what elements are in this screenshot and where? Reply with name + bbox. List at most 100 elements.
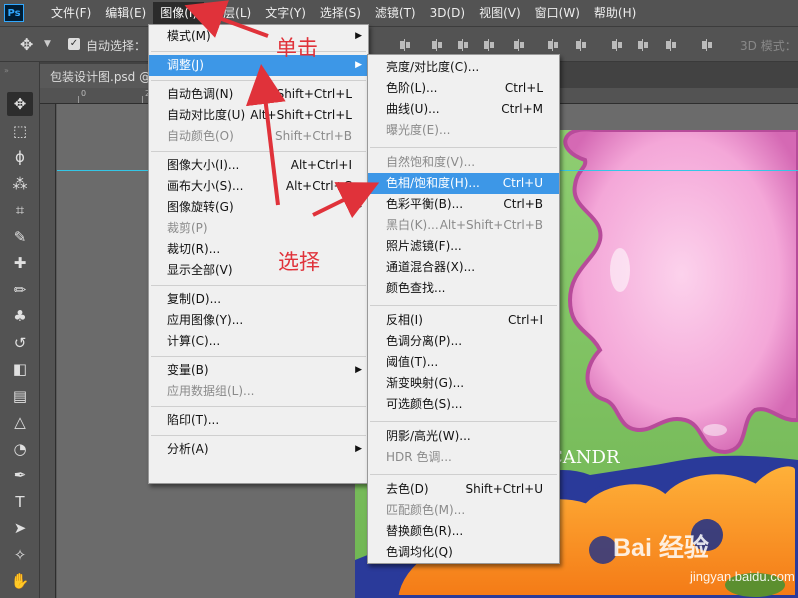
adjust-menu-item-6[interactable]: 色相/饱和度(H)... Ctrl+U xyxy=(368,173,559,194)
adjust-menu-item-13[interactable]: 反相(I) Ctrl+I xyxy=(368,310,559,331)
menu-2[interactable]: 图像(I) xyxy=(153,2,205,24)
menu-separator xyxy=(370,473,557,475)
image-menu-item-label: 图像旋转(G) xyxy=(167,200,234,214)
path-selection-icon[interactable]: ➤ xyxy=(7,516,33,540)
image-menu-item-17[interactable]: 计算(C)... xyxy=(149,331,368,352)
eyedropper-tool-icon[interactable]: ✎ xyxy=(7,225,33,249)
menu-10[interactable]: 帮助(H) xyxy=(587,2,643,24)
menu-6[interactable]: 滤镜(T) xyxy=(368,2,423,24)
adjust-menu-item-16[interactable]: 渐变映射(G)... xyxy=(368,373,559,394)
auto-select-checkbox[interactable]: ✓ xyxy=(68,38,80,50)
adjust-menu-item-14[interactable]: 色调分离(P)... xyxy=(368,331,559,352)
align-distribute-icon[interactable] xyxy=(636,39,649,51)
adjust-menu-item-0[interactable]: 亮度/对比度(C)... xyxy=(368,57,559,78)
lasso-tool-icon[interactable]: ϕ xyxy=(7,145,33,169)
ruler-tick xyxy=(142,96,143,103)
image-menu-item-0[interactable]: 模式(M) ▶ xyxy=(149,26,368,47)
crop-tool-icon[interactable]: ⌗ xyxy=(7,198,33,222)
menu-3[interactable]: 图层(L) xyxy=(204,2,258,24)
menu-7[interactable]: 3D(D) xyxy=(423,2,472,24)
adjust-menu-item-25[interactable]: 色调均化(Q) xyxy=(368,542,559,563)
image-menu-item-9[interactable]: 画布大小(S)... Alt+Ctrl+C xyxy=(149,176,368,197)
image-menu-item-16[interactable]: 应用图像(Y)... xyxy=(149,310,368,331)
image-menu-item-8[interactable]: 图像大小(I)... Alt+Ctrl+I xyxy=(149,155,368,176)
menu-separator xyxy=(370,146,557,148)
adjust-menu-item-19[interactable]: 阴影/高光(W)... xyxy=(368,426,559,447)
menu-5[interactable]: 选择(S) xyxy=(313,2,368,24)
gradient-tool-icon[interactable]: ▤ xyxy=(7,384,33,408)
move-tool-icon[interactable]: ✥ xyxy=(20,35,33,54)
adjust-menu-item-5: 自然饱和度(V)... xyxy=(368,152,559,173)
image-menu-item-shortcut: Shift+Ctrl+L xyxy=(276,87,352,101)
image-menu-item-19[interactable]: 变量(B) ▶ xyxy=(149,360,368,381)
shape-tool-icon[interactable]: ✧ xyxy=(7,543,33,567)
adjust-menu-item-9[interactable]: 照片滤镜(F)... xyxy=(368,236,559,257)
image-menu-item-label: 图像大小(I)... xyxy=(167,158,240,172)
adjust-menu-item-1[interactable]: 色阶(L)... Ctrl+L xyxy=(368,78,559,99)
align-distribute-icon[interactable] xyxy=(398,39,411,51)
align-distribute-icon[interactable] xyxy=(546,39,559,51)
tool-preset-dropdown-icon[interactable]: ▼ xyxy=(44,39,51,49)
image-menu-item-5[interactable]: 自动对比度(U) Alt+Shift+Ctrl+L xyxy=(149,105,368,126)
adjust-menu-item-7[interactable]: 色彩平衡(B)... Ctrl+B xyxy=(368,194,559,215)
magic-wand-tool-icon[interactable]: ⁂ xyxy=(7,172,33,196)
adjust-menu-item-shortcut: Ctrl+L xyxy=(504,81,543,95)
hand-tool-icon[interactable]: ✋ xyxy=(7,569,33,593)
adjust-menu-item-24[interactable]: 替换颜色(R)... xyxy=(368,521,559,542)
adjust-menu-item-label: 色阶(L)... xyxy=(386,81,438,95)
adjust-menu-item-shortcut: Ctrl+I xyxy=(508,313,543,327)
image-menu-item-24[interactable]: 分析(A) ▶ xyxy=(149,439,368,460)
adjust-menu-item-15[interactable]: 阈值(T)... xyxy=(368,352,559,373)
image-menu-item-22[interactable]: 陷印(T)... xyxy=(149,410,368,431)
adjust-menu-item-17[interactable]: 可选颜色(S)... xyxy=(368,394,559,415)
image-menu-item-label: 复制(D)... xyxy=(167,292,222,306)
align-distribute-icon[interactable] xyxy=(610,39,623,51)
adjust-menu-item-22[interactable]: 去色(D) Shift+Ctrl+U xyxy=(368,479,559,500)
menu-8[interactable]: 视图(V) xyxy=(472,2,528,24)
menu-1[interactable]: 编辑(E) xyxy=(98,2,153,24)
image-menu-item-15[interactable]: 复制(D)... xyxy=(149,289,368,310)
move-tool-icon[interactable]: ✥ xyxy=(7,92,33,116)
menu-4[interactable]: 文字(Y) xyxy=(258,2,313,24)
submenu-arrow-icon: ▶ xyxy=(355,31,362,41)
align-distribute-icon[interactable] xyxy=(574,39,587,51)
blur-tool-icon[interactable]: △ xyxy=(7,410,33,434)
align-distribute-icon[interactable] xyxy=(700,39,713,51)
align-distribute-icon[interactable] xyxy=(512,39,525,51)
pen-tool-icon[interactable]: ✒ xyxy=(7,463,33,487)
adjust-menu-item-label: HDR 色调... xyxy=(386,450,452,464)
image-menu-item-label: 分析(A) xyxy=(167,442,209,456)
photoshop-logo-icon: Ps xyxy=(4,4,24,22)
image-menu-item-13[interactable]: 显示全部(V) xyxy=(149,260,368,281)
align-distribute-icon[interactable] xyxy=(456,39,469,51)
adjust-menu-item-label: 色调均化(Q) xyxy=(386,545,453,559)
image-menu-item-shortcut: Alt+Ctrl+C xyxy=(285,179,352,193)
image-menu-item-12[interactable]: 裁切(R)... xyxy=(149,239,368,260)
annotation-click-label: 单击 xyxy=(276,36,318,60)
align-distribute-icon[interactable] xyxy=(430,39,443,51)
eraser-tool-icon[interactable]: ◧ xyxy=(7,357,33,381)
brush-tool-icon[interactable]: ✏ xyxy=(7,278,33,302)
document-tab[interactable]: 包装设计图.psd @ xyxy=(40,64,148,88)
submenu-arrow-icon: ▶ xyxy=(355,202,362,212)
clone-stamp-icon[interactable]: ♣ xyxy=(7,304,33,328)
baidu-watermark: Bai 经验 xyxy=(613,534,709,562)
history-brush-icon[interactable]: ↺ xyxy=(7,331,33,355)
marquee-tool-icon[interactable]: ⬚ xyxy=(7,119,33,143)
image-menu-item-2[interactable]: 调整(J) ▶ xyxy=(149,55,368,76)
annotation-select-label: 选择 xyxy=(278,250,320,274)
image-menu-item-4[interactable]: 自动色调(N) Shift+Ctrl+L xyxy=(149,84,368,105)
menu-0[interactable]: 文件(F) xyxy=(44,2,98,24)
adjust-menu-item-2[interactable]: 曲线(U)... Ctrl+M xyxy=(368,99,559,120)
panel-collapse-icon[interactable]: » xyxy=(4,66,9,75)
type-tool-icon[interactable]: T xyxy=(7,490,33,514)
align-distribute-icon[interactable] xyxy=(482,39,495,51)
adjust-menu-item-11[interactable]: 颜色查找... xyxy=(368,278,559,299)
image-menu-item-10[interactable]: 图像旋转(G) ▶ xyxy=(149,197,368,218)
align-distribute-icon[interactable] xyxy=(664,39,677,51)
adjust-menu-item-10[interactable]: 通道混合器(X)... xyxy=(368,257,559,278)
dodge-tool-icon[interactable]: ◔ xyxy=(7,437,33,461)
menu-9[interactable]: 窗口(W) xyxy=(528,2,587,24)
healing-brush-icon[interactable]: ✚ xyxy=(7,251,33,275)
vertical-ruler[interactable] xyxy=(40,104,56,598)
